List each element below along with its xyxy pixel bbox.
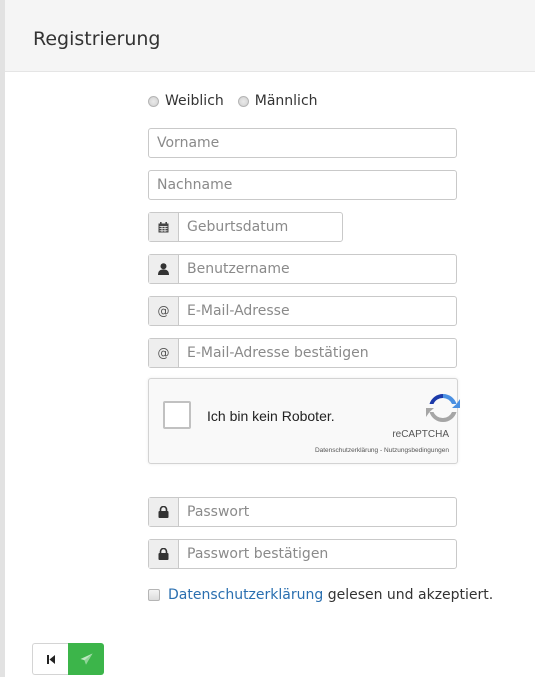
lock-icon bbox=[149, 540, 179, 568]
calendar-icon[interactable] bbox=[149, 213, 179, 241]
username-field bbox=[148, 254, 457, 284]
submit-button[interactable] bbox=[68, 643, 104, 675]
at-icon: @ bbox=[149, 297, 179, 325]
lastname-input[interactable] bbox=[149, 171, 456, 199]
recaptcha-logo-icon bbox=[426, 393, 460, 423]
firstname-input[interactable] bbox=[149, 129, 456, 157]
privacy-consent-text: gelesen und akzeptiert. bbox=[323, 587, 494, 603]
privacy-policy-link[interactable]: Datenschutzerklärung bbox=[168, 587, 323, 603]
recaptcha-widget: Ich bin kein Roboter. reCAPTCHA Datensch… bbox=[148, 378, 460, 464]
back-button[interactable] bbox=[32, 643, 68, 675]
left-border bbox=[0, 0, 5, 677]
password-confirm-field bbox=[148, 539, 457, 569]
email-confirm-field: @ bbox=[148, 338, 457, 368]
privacy-checkbox[interactable] bbox=[148, 589, 160, 601]
lastname-field bbox=[148, 170, 457, 200]
gender-selector: Weiblich Männlich bbox=[148, 92, 318, 110]
skip-back-icon bbox=[46, 654, 55, 664]
username-input[interactable] bbox=[179, 255, 456, 283]
at-icon: @ bbox=[149, 339, 179, 367]
user-icon bbox=[149, 255, 179, 283]
recaptcha-links[interactable]: Datenschutzerklärung - Nutzungsbedingung… bbox=[315, 447, 449, 454]
birthdate-input[interactable] bbox=[179, 213, 342, 241]
firstname-field bbox=[148, 128, 457, 158]
email-field: @ bbox=[148, 296, 457, 326]
radio-male-label[interactable]: Männlich bbox=[255, 93, 318, 109]
privacy-consent: Datenschutzerklärung gelesen und akzepti… bbox=[148, 586, 493, 604]
password-field bbox=[148, 497, 457, 527]
recaptcha-checkbox[interactable] bbox=[163, 401, 191, 429]
recaptcha-label: Ich bin kein Roboter. bbox=[207, 408, 335, 424]
password-input[interactable] bbox=[179, 498, 456, 526]
send-icon bbox=[80, 653, 92, 665]
panel-header: Registrierung bbox=[5, 0, 535, 72]
radio-male[interactable] bbox=[237, 95, 249, 107]
lock-icon bbox=[149, 498, 179, 526]
email-input[interactable] bbox=[179, 297, 456, 325]
radio-female[interactable] bbox=[148, 95, 159, 107]
birthdate-field bbox=[148, 212, 343, 242]
radio-female-label[interactable]: Weiblich bbox=[165, 93, 224, 109]
page-title: Registrierung bbox=[33, 28, 161, 50]
password-confirm-input[interactable] bbox=[179, 540, 456, 568]
email-confirm-input[interactable] bbox=[179, 339, 456, 367]
recaptcha-brand: reCAPTCHA bbox=[392, 429, 449, 440]
